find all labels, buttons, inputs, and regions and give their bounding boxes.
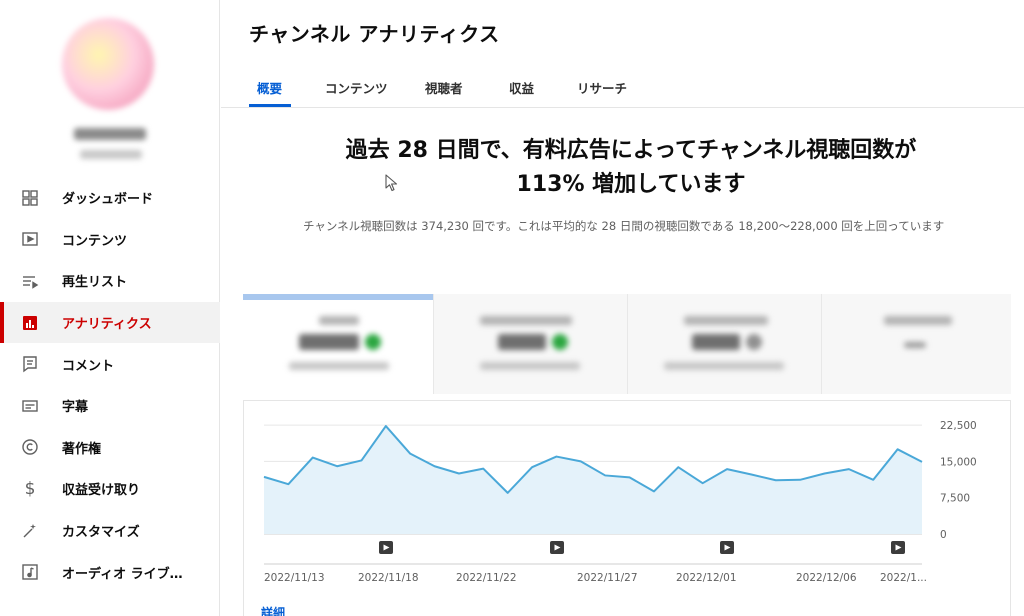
sidebar-item-label: カスタマイズ [62,525,140,541]
analytics-tabs: 概要 コンテンツ 視聴者 収益 リサーチ [221,66,1024,108]
sidebar-item-playlists[interactable]: 再生リスト [0,260,220,302]
metric-card-revenue[interactable] [822,294,1011,394]
x-tick-label: 2022/11/27 [577,572,638,584]
metric-cards [243,294,1011,394]
sidebar-item-audio-library[interactable]: オーディオ ライブ… [0,551,220,593]
x-tick-label: 2022/11/13 [264,572,325,584]
sidebar-item-label: 収益受け取り [62,483,141,499]
sidebar-item-label: 再生リスト [62,275,128,291]
video-marker-play-icon[interactable] [550,541,564,554]
summary-headline-line1: 過去 28 日間で、有料広告によってチャンネル視聴回数が [345,138,917,163]
y-tick-label: 15,000 [940,456,977,468]
sidebar: ダッシュボード コンテンツ 再生リスト アナリティクス コメント 字幕 著作権 … [0,0,220,616]
trend-up-icon [552,334,568,350]
y-tick-label: 22,500 [940,420,977,432]
sidebar-item-label: ダッシュボード [62,192,154,208]
channel-avatar[interactable] [62,18,154,110]
views-chart: 22,500 15,000 7,500 0 2022/11/13 2022/11/18 20… [243,400,1011,616]
sidebar-item-content[interactable]: コンテンツ [0,219,220,261]
y-tick-label: 0 [940,529,947,541]
sidebar-item-label: 字幕 [62,400,89,416]
y-tick-label: 7,500 [940,493,970,505]
dashboard-icon [20,188,40,208]
sidebar-item-earn[interactable]: $ 収益受け取り [0,468,220,510]
sidebar-item-label: 著作権 [62,441,102,457]
dollar-icon: $ [24,478,36,499]
magic-wand-icon [20,521,40,541]
x-tick-label: 2022/12/01 [676,572,737,584]
sidebar-item-analytics[interactable]: アナリティクス [0,301,220,344]
summary-headline-line2: 113% 増加しています [516,172,746,197]
trend-neutral-icon [746,334,762,350]
tab-revenue[interactable]: 収益 [509,78,534,97]
sidebar-nav: ダッシュボード コンテンツ 再生リスト アナリティクス コメント 字幕 著作権 … [0,177,220,593]
channel-name-blurred [74,128,146,140]
video-marker-play-icon[interactable] [720,541,734,554]
metric-card-subscribers[interactable] [628,294,821,394]
x-tick-label: 2022/11/18 [358,572,419,584]
comment-icon [20,354,40,374]
summary-description: チャンネル視聴回数は 374,230 回です。これは平均的な 28 日間の視聴回… [303,219,945,233]
sidebar-item-label: コメント [62,358,115,374]
mouse-cursor-icon [385,174,398,192]
sidebar-item-label: アナリティクス [62,317,152,333]
active-tab-indicator [249,104,291,107]
sidebar-item-copyright[interactable]: 著作権 [0,427,220,469]
x-tick-label: 2022/1... [880,572,927,584]
tab-audience[interactable]: 視聴者 [425,78,463,97]
sidebar-item-label: オーディオ ライブ… [62,566,183,582]
sidebar-item-dashboard[interactable]: ダッシュボード [0,177,220,219]
video-marker-play-icon[interactable] [379,541,393,554]
subtitles-icon [20,396,40,416]
summary-headline: 過去 28 日間で、有料広告によってチャンネル視聴回数が 113% 増加していま… [271,134,991,202]
tab-content[interactable]: コンテンツ [325,78,388,97]
sidebar-item-subtitles[interactable]: 字幕 [0,385,220,427]
analytics-icon [20,313,40,333]
views-chart-svg: 22,500 15,000 7,500 0 2022/11/13 2022/11/18 20… [263,420,977,584]
content-icon [20,229,40,249]
main-content: チャンネル アナリティクス 概要 コンテンツ 視聴者 収益 リサーチ 過去 28… [221,0,1024,616]
sidebar-item-label: コンテンツ [62,233,128,249]
sidebar-item-comments[interactable]: コメント [0,343,220,385]
tab-overview[interactable]: 概要 [257,78,282,97]
audio-library-icon [20,562,40,582]
x-tick-label: 2022/11/22 [456,572,517,584]
trend-up-icon [365,334,381,350]
card-active-indicator [243,294,433,300]
channel-handle-blurred [80,150,142,159]
chart-area-fill [264,426,922,534]
video-marker-play-icon[interactable] [891,541,905,554]
sidebar-item-customization[interactable]: カスタマイズ [0,510,220,552]
youtube-studio-app: ダッシュボード コンテンツ 再生リスト アナリティクス コメント 字幕 著作権 … [0,0,1024,616]
copyright-icon [20,437,40,457]
see-more-link[interactable]: 詳細 [261,604,285,616]
x-tick-label: 2022/12/06 [796,572,857,584]
page-title: チャンネル アナリティクス [249,22,500,46]
metric-card-views[interactable] [243,294,433,394]
metric-card-watch-time[interactable] [434,294,627,394]
tab-research[interactable]: リサーチ [577,78,627,97]
playlist-icon [20,271,40,291]
